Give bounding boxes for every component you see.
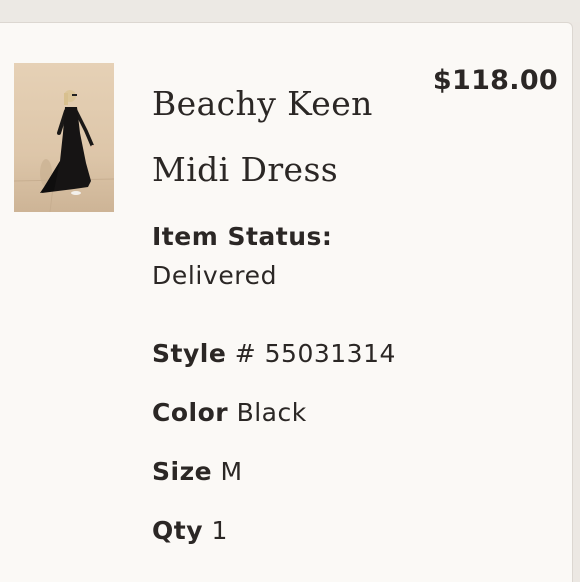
product-thumbnail[interactable] xyxy=(14,63,114,212)
color-value: Black xyxy=(236,398,307,427)
qty-row: Qty 1 xyxy=(152,516,228,545)
order-item-card: Beachy Keen Midi Dress $118.00 Item Stat… xyxy=(0,22,573,582)
style-row: Style # 55031314 xyxy=(152,339,396,368)
size-value: M xyxy=(220,457,243,486)
page-header-strip xyxy=(0,0,580,22)
item-status-value: Delivered xyxy=(152,261,278,290)
style-label: Style xyxy=(152,339,227,368)
color-row: Color Black xyxy=(152,398,307,427)
product-price: $118.00 xyxy=(432,65,558,96)
style-value: # 55031314 xyxy=(234,339,396,368)
color-label: Color xyxy=(152,398,229,427)
item-status-label: Item Status: xyxy=(152,222,333,251)
size-row: Size M xyxy=(152,457,243,486)
product-name[interactable]: Beachy Keen Midi Dress xyxy=(152,71,422,203)
qty-label: Qty xyxy=(152,516,203,545)
qty-value: 1 xyxy=(211,516,228,545)
product-photo xyxy=(14,90,114,212)
size-label: Size xyxy=(152,457,213,486)
